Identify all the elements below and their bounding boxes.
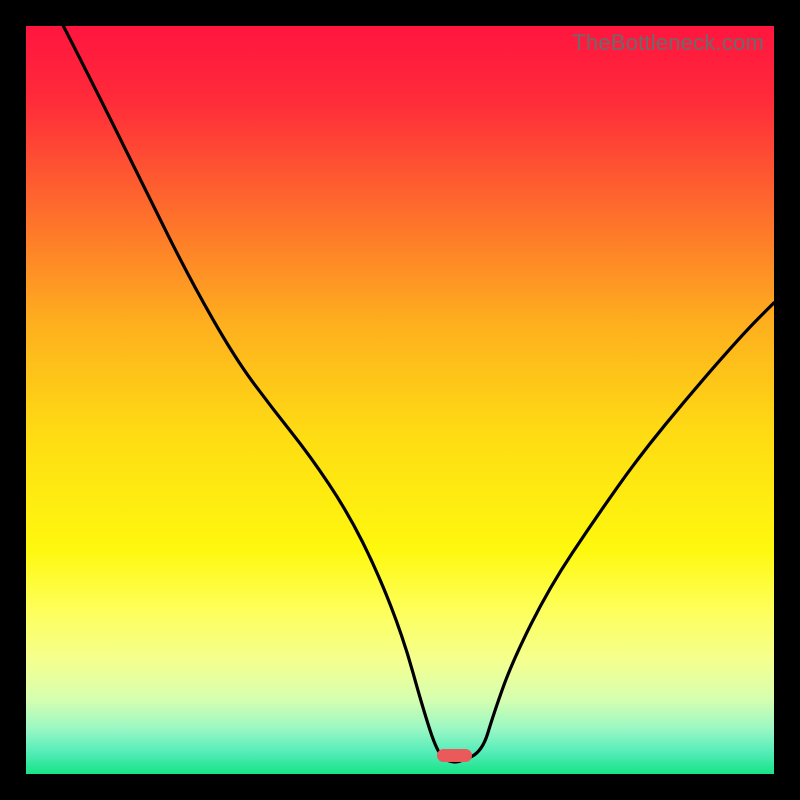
- bottleneck-curve: [26, 26, 774, 774]
- chart-frame: TheBottleneck.com: [0, 0, 800, 800]
- plot-area: TheBottleneck.com: [26, 26, 774, 774]
- optimal-range-pill: [437, 749, 471, 762]
